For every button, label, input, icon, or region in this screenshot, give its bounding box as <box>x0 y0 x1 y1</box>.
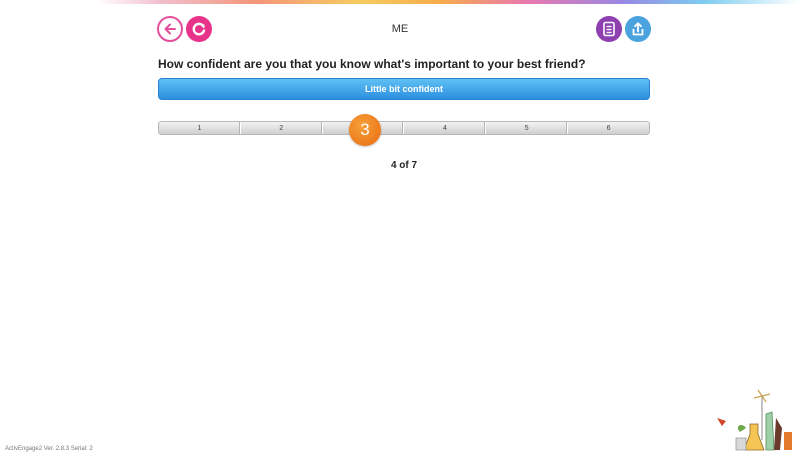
scale-option-1[interactable]: 1 <box>159 122 241 134</box>
arrow-left-icon <box>164 23 176 35</box>
share-button[interactable] <box>625 16 651 42</box>
notes-button[interactable] <box>596 16 622 42</box>
version-label: ActivEngage2 Ver. 2.8.3 Serial: 2 <box>5 446 93 452</box>
question-progress: 4 of 7 <box>390 160 418 171</box>
science-decoration-icon <box>717 389 792 451</box>
scale-option-5[interactable]: 5 <box>486 122 569 134</box>
scale-option-4[interactable]: 4 <box>404 122 487 134</box>
scale-option-2[interactable]: 2 <box>241 122 323 134</box>
back-button[interactable] <box>157 16 183 42</box>
scale-slider-knob[interactable]: 3 <box>349 114 381 146</box>
page-title: ME <box>391 23 409 35</box>
refresh-icon <box>192 22 206 36</box>
notes-icon <box>603 21 615 37</box>
share-upload-icon <box>632 22 644 36</box>
question-text: How confident are you that you know what… <box>158 57 586 71</box>
header: ME <box>0 0 800 60</box>
refresh-button[interactable] <box>186 16 212 42</box>
scale-option-6[interactable]: 6 <box>568 122 649 134</box>
rating-scale[interactable]: 1 2 3 4 5 6 <box>158 121 650 135</box>
selected-answer-bar: Little bit confident <box>158 78 650 100</box>
